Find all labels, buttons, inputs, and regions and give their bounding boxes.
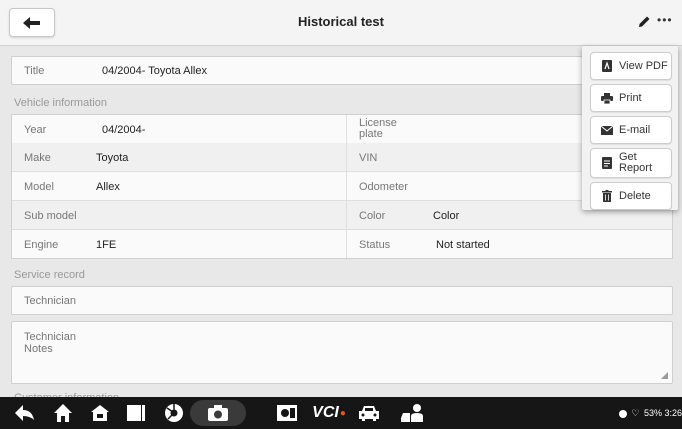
camera-icon (208, 405, 228, 421)
wifi-icon: ♡ (631, 408, 640, 418)
home-icon[interactable] (52, 403, 74, 423)
email-label: E-mail (619, 123, 651, 136)
vehicle-section-heading: Vehicle information (14, 97, 107, 109)
email-icon (599, 125, 615, 135)
notes-label-line2: Notes (24, 343, 53, 355)
engine-value[interactable]: 1FE (96, 239, 116, 251)
pdf-icon (599, 60, 615, 72)
table-row: Make Toyota VIN (12, 143, 672, 172)
column-divider (346, 115, 347, 258)
trash-icon (599, 190, 615, 202)
year-label: Year (24, 124, 47, 136)
notes-label-line1: Technician (24, 331, 76, 343)
vci-icon[interactable]: VCI ● (312, 403, 346, 423)
house-icon[interactable] (89, 403, 111, 423)
license-plate-label: License plate (359, 117, 397, 140)
view-pdf-label: View PDF (619, 59, 668, 72)
title-value: 04/2004- Toyota Allex (102, 65, 207, 77)
report-icon (599, 157, 615, 169)
color-value[interactable]: Color (433, 210, 459, 222)
get-report-label: Get Report (619, 152, 652, 174)
status-bar: ♡ 53% 3:26 (618, 408, 682, 419)
vehicle-service-icon[interactable] (400, 403, 426, 423)
table-row: Sub model Color Color (12, 201, 672, 230)
delete-button[interactable]: Delete (590, 182, 672, 210)
technician-label: Technician (24, 295, 76, 307)
sub-model-label: Sub model (24, 210, 77, 222)
get-report-button[interactable]: Get Report (590, 148, 672, 178)
brightness-icon[interactable] (276, 403, 298, 423)
view-pdf-button[interactable]: View PDF (590, 52, 672, 80)
camera-button[interactable] (190, 400, 246, 426)
model-value[interactable]: Allex (96, 181, 120, 193)
print-button[interactable]: Print (590, 84, 672, 112)
technician-notes-label: Technician Notes (24, 331, 76, 355)
content-area: Title 04/2004- Toyota Allex Vehicle info… (0, 46, 682, 397)
color-label: Color (359, 210, 386, 222)
title-field[interactable]: Title 04/2004- Toyota Allex (11, 56, 673, 85)
service-section-heading: Service record (14, 269, 85, 281)
top-bar: Historical test ••• (0, 0, 682, 46)
vin-label: VIN (359, 152, 378, 164)
screen: Historical test ••• Title 04/2004- Toyot… (0, 0, 682, 429)
notification-icon (618, 409, 627, 418)
actions-menu: View PDF Print E-mail Get Report Delete (582, 46, 678, 210)
technician-field[interactable]: Technician (11, 286, 673, 315)
more-options-icon[interactable]: ••• (657, 13, 673, 27)
year-value[interactable]: 04/2004- (102, 124, 145, 136)
car-icon[interactable] (358, 403, 380, 423)
table-row: Year 04/2004- License plate (12, 115, 672, 144)
resize-handle-icon[interactable] (661, 372, 668, 379)
table-row: Engine 1FE Status Not started (12, 230, 672, 258)
get-report-label-line2: Report (619, 162, 653, 174)
table-row: Model Allex Odometer (12, 172, 672, 201)
status-label: Status (359, 239, 391, 251)
technician-notes-field[interactable]: Technician Notes (11, 321, 673, 384)
print-label: Print (619, 91, 642, 104)
title-label: Title (24, 65, 45, 77)
nav-back-icon[interactable] (14, 403, 36, 423)
make-label: Make (24, 152, 51, 164)
make-value[interactable]: Toyota (96, 152, 128, 164)
browser-icon[interactable] (163, 403, 185, 423)
delete-label: Delete (619, 189, 651, 202)
page-title: Historical test (298, 14, 384, 29)
vci-status-dot: ● (339, 407, 346, 419)
recent-apps-icon[interactable] (125, 403, 147, 423)
print-icon (599, 92, 615, 104)
engine-label: Engine (24, 239, 59, 251)
odometer-label: Odometer (359, 181, 408, 193)
vehicle-info-table: Year 04/2004- License plate Make Toyota … (11, 114, 673, 259)
email-button[interactable]: E-mail (590, 116, 672, 144)
system-navigation-bar: VCI ● ♡ 53% 3:26 (0, 397, 682, 429)
battery-time-text: 53% 3:26 (643, 408, 682, 418)
vci-label: VCI (312, 404, 339, 421)
status-value: Not started (436, 239, 490, 251)
edit-icon[interactable] (638, 15, 651, 28)
model-label: Model (24, 181, 54, 193)
